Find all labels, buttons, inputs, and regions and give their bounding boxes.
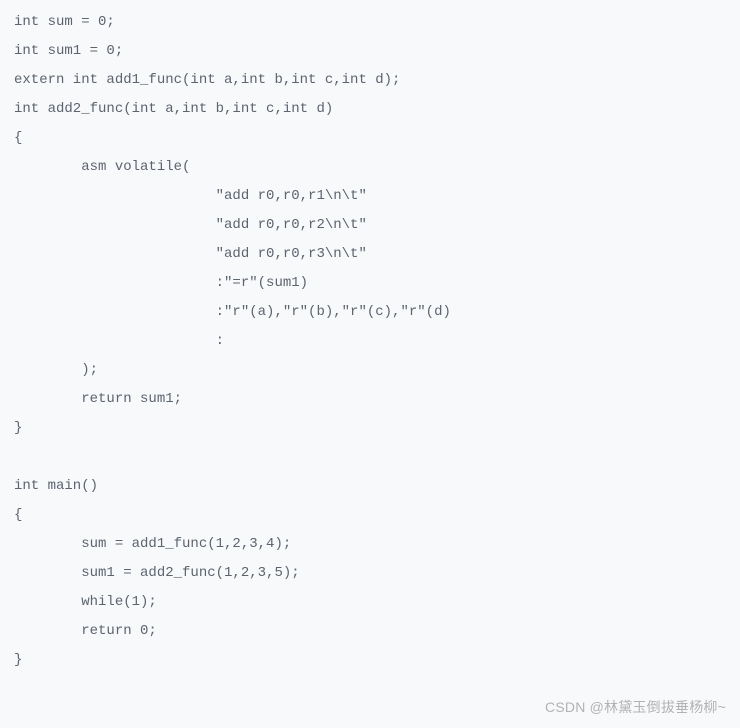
code-line: int add2_func(int a,int b,int c,int d) — [14, 101, 333, 117]
code-line: :"r"(a),"r"(b),"r"(c),"r"(d) — [14, 304, 451, 320]
code-line: int sum1 = 0; — [14, 43, 123, 59]
code-line: sum = add1_func(1,2,3,4); — [14, 536, 291, 552]
code-line: } — [14, 652, 22, 668]
code-line: { — [14, 507, 22, 523]
code-line: extern int add1_func(int a,int b,int c,i… — [14, 72, 400, 88]
code-line: "add r0,r0,r3\n\t" — [14, 246, 367, 262]
code-line: asm volatile( — [14, 159, 190, 175]
code-line: int sum = 0; — [14, 14, 115, 30]
code-line: "add r0,r0,r1\n\t" — [14, 188, 367, 204]
code-line: : — [14, 333, 224, 349]
code-line: while(1); — [14, 594, 157, 610]
code-line: { — [14, 130, 22, 146]
code-line: sum1 = add2_func(1,2,3,5); — [14, 565, 300, 581]
code-block: int sum = 0; int sum1 = 0; extern int ad… — [14, 8, 726, 675]
code-line: int main() — [14, 478, 98, 494]
code-line: ); — [14, 362, 98, 378]
code-line: return 0; — [14, 623, 157, 639]
watermark: CSDN @林黛玉倒拔垂杨柳~ — [545, 693, 726, 722]
code-line: :"=r"(sum1) — [14, 275, 308, 291]
code-line: } — [14, 420, 22, 436]
code-line: "add r0,r0,r2\n\t" — [14, 217, 367, 233]
code-line: return sum1; — [14, 391, 182, 407]
